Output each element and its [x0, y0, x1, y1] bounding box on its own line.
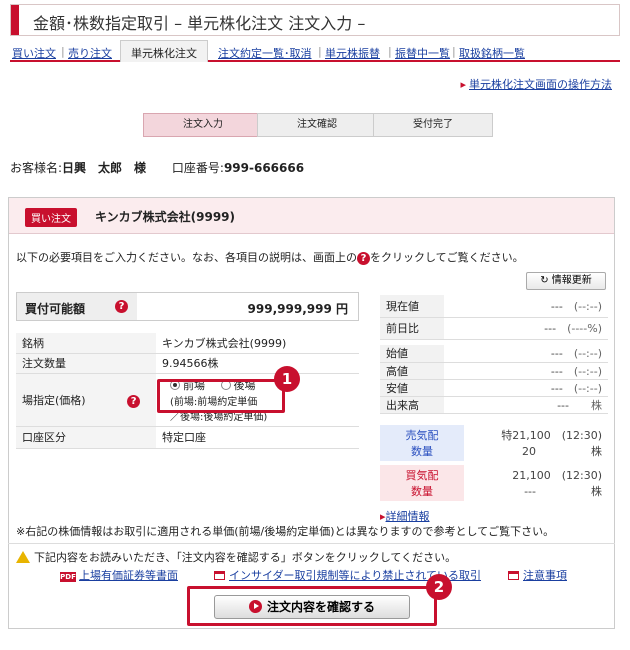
highlight-box-1 — [157, 379, 285, 413]
arrow-right-icon: ▸ — [460, 78, 466, 91]
order-tabs: 買い注文 | 売り注文 単元株化注文 注文約定一覧･取消 | 単元株振替 | 振… — [10, 40, 620, 62]
page-title-bar: 金額･株数指定取引 – 単元株化注文 注文入力 – — [10, 4, 620, 36]
account-type-value: 特定口座 — [156, 426, 359, 449]
quote-table: 現在値 --- (--:--) 前日比 --- (----%) 始値 --- (--:… — [380, 295, 608, 414]
step-order-confirm: 注文確認 — [257, 113, 377, 137]
tab-stock-list[interactable]: 取扱銘柄一覧 — [459, 45, 525, 61]
help-question-icon[interactable]: ? — [357, 252, 370, 265]
quote-row: 高値 --- (--:--) — [380, 362, 608, 380]
help-link[interactable]: ▸ 単元株化注文画面の操作方法 — [460, 76, 612, 92]
window-icon — [508, 571, 519, 580]
divider — [8, 543, 615, 544]
qty-label: 注文数量 — [16, 353, 156, 374]
help-question-icon[interactable]: ? — [115, 300, 128, 313]
quote-row: 始値 --- (--:--) — [380, 345, 608, 363]
tab-transfer-list[interactable]: 振替中一覧 — [395, 45, 450, 61]
step-order-input: 注文入力 — [143, 113, 263, 137]
refresh-info-button[interactable]: ↻ 情報更新 — [526, 272, 606, 290]
form-row-stock: 銘柄 キンカブ株式会社(9999) — [16, 333, 359, 354]
callout-badge-1: 1 — [274, 366, 300, 392]
step-complete: 受付完了 — [373, 113, 493, 137]
stock-label: 銘柄 — [16, 333, 156, 354]
tab-order-list[interactable]: 注文約定一覧･取消 — [218, 45, 312, 61]
doc-link-listed-securities[interactable]: PDF 上場有価証券等書面 — [60, 567, 178, 583]
stock-value: キンカブ株式会社(9999) — [156, 333, 359, 354]
form-row-account: 口座区分 特定口座 — [16, 426, 359, 449]
quote-row: 現在値 --- (--:--) — [380, 295, 608, 318]
quote-row: 出来高 --- 株 — [380, 396, 608, 414]
qty-value: 9.94566株 — [156, 353, 359, 374]
buy-quote-row: 買気配 数量 21,100 (12:30) --- 株 — [380, 465, 608, 501]
buying-power: 買付可能額 ? 999,999,999 円 — [16, 292, 359, 321]
buying-power-value: 999,999,999 円 — [247, 302, 348, 316]
account-number: 999-666666 — [223, 161, 305, 175]
title-accent — [11, 5, 19, 35]
order-book: 売気配 数量 特21,100 (12:30) 20 株 買気配 数量 21,100 … — [380, 425, 608, 501]
quote-row: 安値 --- (--:--) — [380, 379, 608, 397]
page-title: 金額･株数指定取引 – 単元株化注文 注文入力 – — [33, 14, 366, 33]
account-type-label: 口座区分 — [16, 426, 156, 449]
tab-unit-share-order[interactable]: 単元株化注文 — [120, 40, 208, 62]
warning-icon — [16, 551, 30, 563]
price-note: ※右記の株価情報はお取引に適用される単価(前場/後場約定単価)とは異なりますので… — [16, 525, 555, 538]
tab-sell-order[interactable]: 売り注文 — [68, 45, 112, 61]
callout-badge-2: 2 — [426, 574, 452, 600]
window-icon — [214, 571, 225, 580]
sell-quote-row: 売気配 数量 特21,100 (12:30) 20 株 — [380, 425, 608, 461]
market-label: 場指定(価格) — [22, 393, 86, 407]
tab-buy-order[interactable]: 買い注文 — [12, 45, 56, 61]
order-panel-header: 買い注文 キンカブ株式会社(9999) — [9, 198, 614, 234]
tab-unit-transfer[interactable]: 単元株振替 — [325, 45, 380, 61]
order-type-badge: 買い注文 — [25, 208, 77, 227]
customer-name: 日興 太郎 様 — [62, 161, 147, 175]
detail-link[interactable]: ▸詳細情報 — [380, 508, 430, 524]
stock-name: キンカブ株式会社(9999) — [95, 210, 236, 224]
help-link-text[interactable]: 単元株化注文画面の操作方法 — [469, 78, 612, 91]
form-row-qty: 注文数量 9.94566株 — [16, 353, 359, 374]
doc-link-notes[interactable]: 注意事項 — [508, 567, 567, 583]
pdf-icon: PDF — [60, 572, 76, 582]
warning-message: 下記内容をお読みいただき、「注文内容を確認する」ボタンをクリックしてください。 — [16, 549, 456, 565]
refresh-icon: ↻ — [540, 275, 552, 286]
help-question-icon[interactable]: ? — [127, 394, 141, 408]
highlight-box-2 — [187, 586, 437, 626]
customer-info: お客様名:日興 太郎 様 口座番号:999-666666 — [10, 161, 305, 175]
quote-row: 前日比 --- (----%) — [380, 317, 608, 340]
intro-text: 以下の必要項目をご入力ください。なお、各項目の説明は、画面上の? をクリックしてご… — [16, 251, 524, 265]
